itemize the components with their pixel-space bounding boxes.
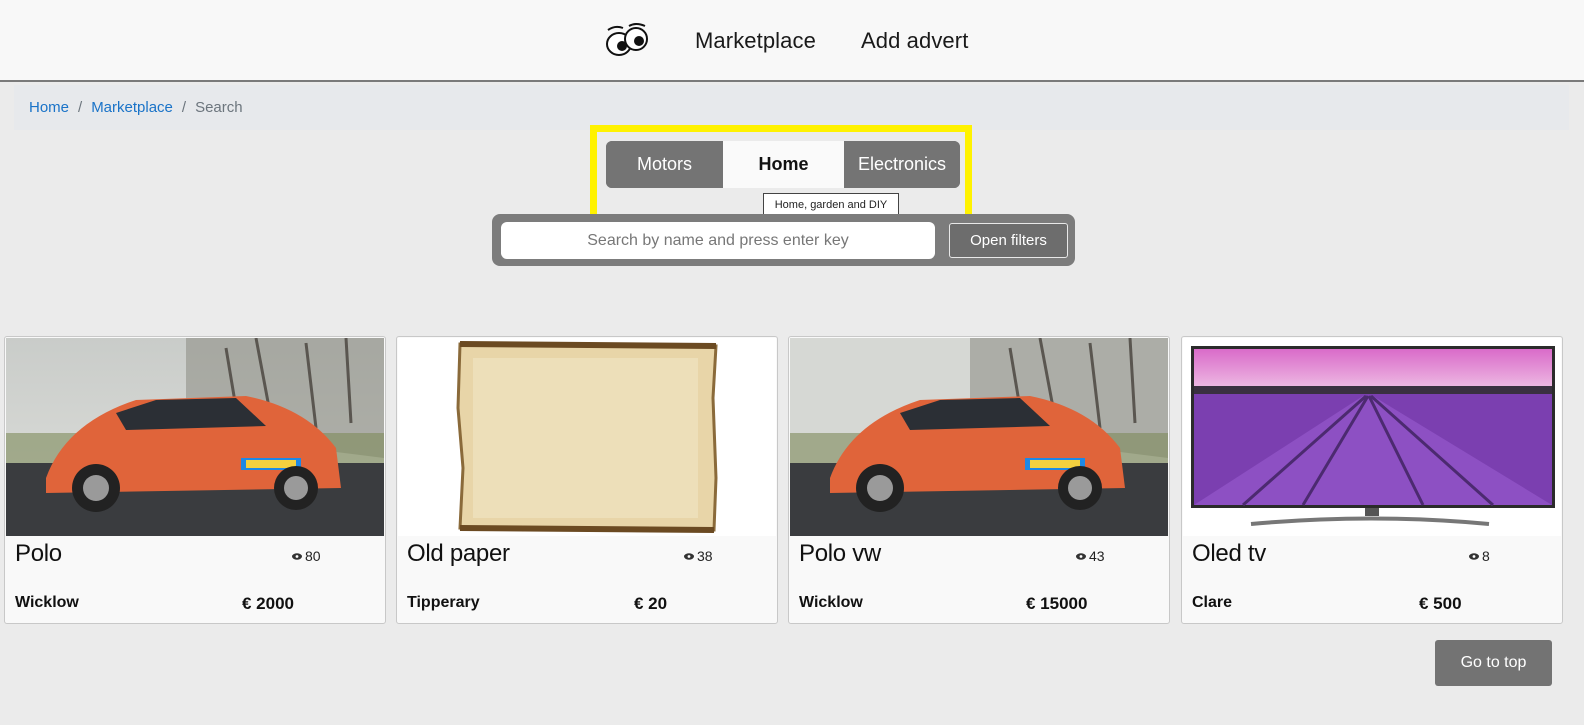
category-tabs: Motors Home Electronics xyxy=(606,141,960,188)
listing-price: € 500 xyxy=(1419,594,1462,613)
listing-views: 80 xyxy=(292,548,321,564)
view-count: 43 xyxy=(1089,548,1105,564)
listing-title[interactable]: Oled tv xyxy=(1192,540,1266,568)
nav-marketplace-link[interactable]: Marketplace xyxy=(695,28,816,54)
go-to-top-button[interactable]: Go to top xyxy=(1435,640,1552,686)
listing-views: 38 xyxy=(684,548,713,564)
listing-title[interactable]: Polo xyxy=(15,540,62,568)
breadcrumb-marketplace-link[interactable]: Marketplace xyxy=(91,99,173,116)
view-count: 38 xyxy=(697,548,713,564)
category-tooltip: Home, garden and DIY xyxy=(763,193,899,216)
listing-card[interactable]: Old paper 38 Tipperary € 20 xyxy=(396,336,778,624)
search-input[interactable] xyxy=(501,222,935,259)
tab-electronics[interactable]: Electronics xyxy=(844,141,960,188)
listing-price: € 2000 xyxy=(242,594,294,613)
tab-home[interactable]: Home xyxy=(723,141,844,188)
breadcrumb-home-link[interactable]: Home xyxy=(29,99,69,116)
eye-icon xyxy=(684,552,694,560)
breadcrumb: Home / Marketplace / Search xyxy=(14,85,1569,130)
listing-image-parchment[interactable] xyxy=(398,338,776,536)
listing-card[interactable]: Polo 80 Wicklow € 2000 xyxy=(4,336,386,624)
tab-motors[interactable]: Motors xyxy=(606,141,723,188)
breadcrumb-separator: / xyxy=(78,99,83,116)
listing-title[interactable]: Old paper xyxy=(407,540,510,568)
top-navbar: Marketplace Add advert xyxy=(0,0,1584,82)
listing-card[interactable]: Oled tv 8 Clare € 500 xyxy=(1181,336,1563,624)
listing-location: Tipperary xyxy=(407,594,480,611)
eye-icon xyxy=(1469,552,1479,560)
open-filters-button[interactable]: Open filters xyxy=(949,223,1068,258)
nav-add-advert-link[interactable]: Add advert xyxy=(861,28,968,54)
listing-views: 8 xyxy=(1469,548,1490,564)
eye-icon xyxy=(292,552,302,560)
listing-views: 43 xyxy=(1076,548,1105,564)
listing-image-tv[interactable] xyxy=(1183,338,1561,536)
view-count: 80 xyxy=(305,548,321,564)
listing-price: € 20 xyxy=(634,594,668,613)
listing-location: Clare xyxy=(1192,594,1233,611)
breadcrumb-current: Search xyxy=(195,99,243,116)
listing-price: € 15000 xyxy=(1026,594,1088,613)
listing-location: Wicklow xyxy=(15,594,79,611)
eyes-logo-icon[interactable] xyxy=(603,22,651,58)
breadcrumb-separator: / xyxy=(181,99,187,116)
listing-location: Wicklow xyxy=(799,594,863,611)
listing-image-car[interactable] xyxy=(6,338,384,536)
search-bar: Open filters xyxy=(492,214,1075,266)
eye-icon xyxy=(1076,552,1086,560)
listing-image-car[interactable] xyxy=(790,338,1168,536)
view-count: 8 xyxy=(1482,548,1490,564)
listing-title[interactable]: Polo vw xyxy=(799,540,881,568)
listing-card[interactable]: Polo vw 43 Wicklow € 15000 xyxy=(788,336,1170,624)
